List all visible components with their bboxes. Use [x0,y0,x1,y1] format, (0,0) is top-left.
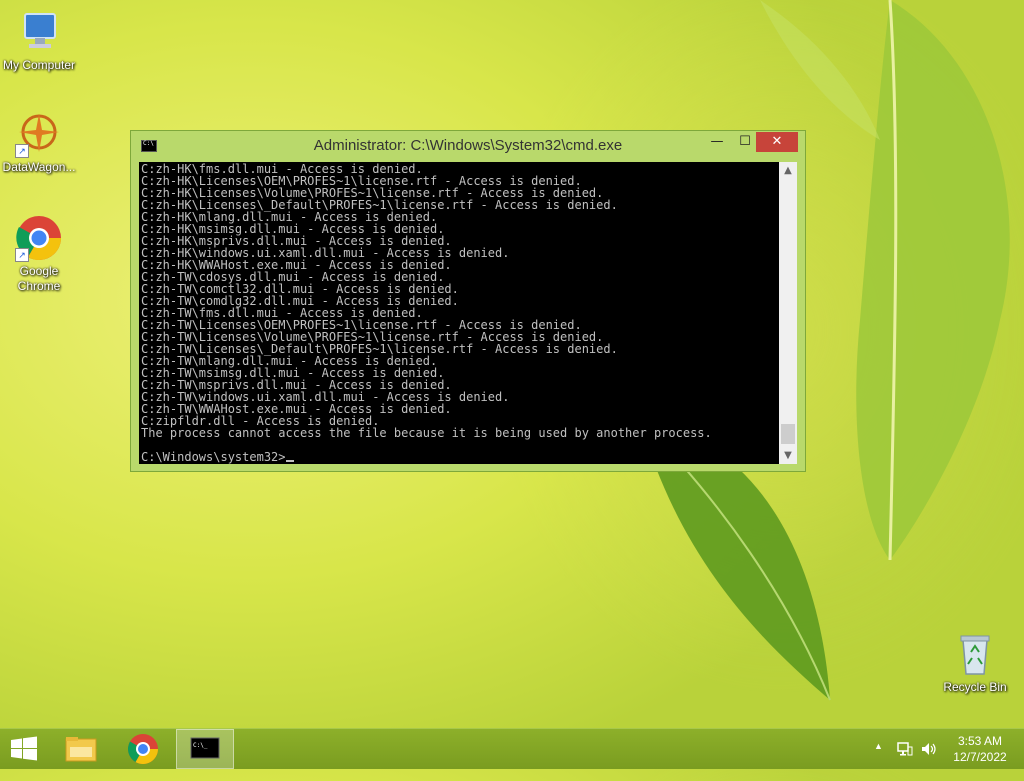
shortcut-arrow-icon: ↗ [15,144,29,158]
taskbar-google-chrome[interactable] [120,729,166,769]
svg-text:C:\_: C:\_ [193,742,208,749]
minimize-button[interactable]: — [703,132,731,152]
cmd-icon: C:\_ [190,737,220,759]
windows-logo-icon [11,736,37,761]
title-bar[interactable]: Administrator: C:\Windows\System32\cmd.e… [131,131,805,161]
volume-icon[interactable] [920,740,940,780]
vertical-scrollbar[interactable]: ▲ ▼ [779,162,797,464]
text-cursor [285,460,294,462]
folder-icon [65,737,97,762]
clock-time: 3:53 AM [957,734,1003,748]
computer-icon [15,8,63,56]
cmd-window[interactable]: Administrator: C:\Windows\System32\cmd.e… [130,130,806,472]
scrollbar-thumb[interactable] [781,424,795,444]
maximize-button[interactable]: ☐ [731,132,759,152]
desktop-icon-recycle-bin[interactable]: Recycle Bin [936,630,1014,695]
chrome-icon: ↗ [15,214,63,262]
desktop-icon-datawagon[interactable]: ↗ DataWagon... [0,110,78,175]
console-line: The process cannot access the file becau… [141,426,712,440]
desktop-icon-label: DataWagon... [2,160,76,174]
show-hidden-icons-arrow-icon[interactable]: ▲ [874,741,886,781]
chrome-icon [127,734,158,765]
desktop-icon-label: My Computer [2,58,76,72]
console-output[interactable]: C:zh-HK\fms.dll.mui - Access is denied. C… [139,162,779,464]
shortcut-arrow-icon: ↗ [15,248,29,262]
clock-date: 12/7/2022 [953,750,1007,764]
scroll-down-arrow-icon[interactable]: ▼ [779,447,797,464]
datawagon-icon: ↗ [15,110,63,158]
taskbar-file-explorer[interactable] [58,729,104,769]
desktop-icon-label: Recycle Bin [943,680,1007,694]
network-icon[interactable] [896,740,916,780]
recycle-bin-icon [951,630,999,678]
start-button[interactable] [0,729,48,769]
console-lines: C:zh-HK\fms.dll.mui - Access is denied. C… [141,163,712,439]
system-clock[interactable]: 3:53 AM 12/7/2022 [950,733,1010,773]
desktop-icon-my-computer[interactable]: My Computer [0,8,78,73]
command-prompt-line[interactable]: C:\Windows\system32> [141,451,294,463]
taskbar-command-prompt[interactable]: C:\_ [176,729,234,769]
scroll-up-arrow-icon[interactable]: ▲ [779,162,797,179]
desktop-icon-label: Google Chrome [17,264,61,293]
taskbar: C:\_ ▲ 3:53 AM 12/7/2022 [0,728,1024,769]
prompt-text: C:\Windows\system32> [141,450,286,464]
close-button[interactable]: ✕ [756,132,798,152]
desktop-icon-google-chrome[interactable]: ↗ Google Chrome [0,214,78,294]
